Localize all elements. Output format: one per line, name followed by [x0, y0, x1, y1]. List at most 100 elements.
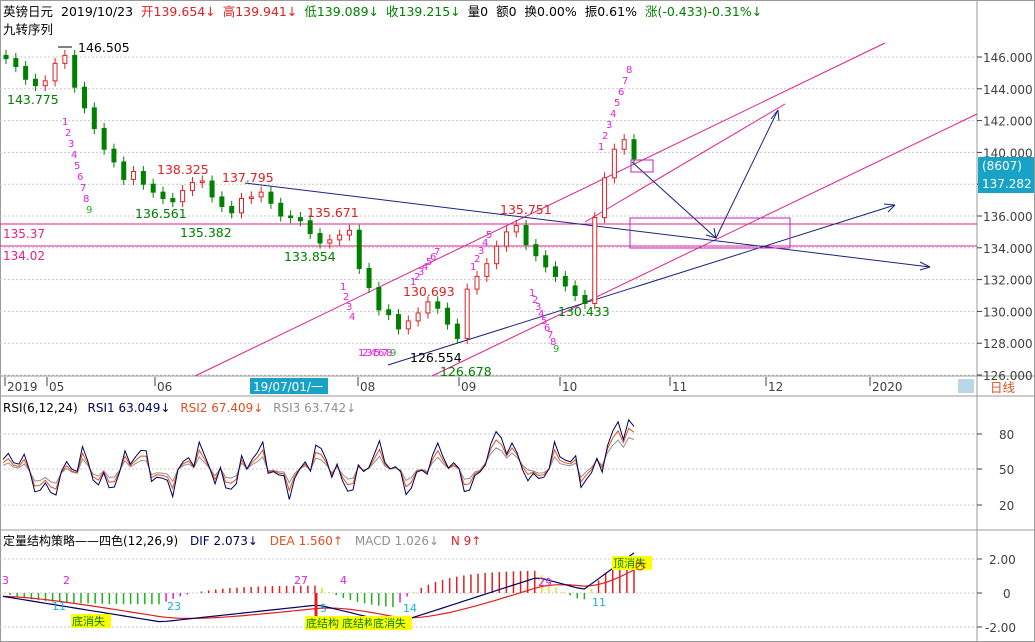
candle-body[interactable] [415, 312, 421, 322]
candle-body[interactable] [297, 217, 303, 222]
candle-body[interactable] [248, 196, 254, 200]
cursor-date-label: 19/07/01/一 [253, 380, 323, 394]
candle-body[interactable] [533, 244, 539, 257]
candle-body[interactable] [494, 245, 500, 265]
xlabel-2019: 2019 [7, 380, 38, 394]
candle-body[interactable] [189, 182, 195, 192]
candle-body[interactable] [631, 139, 637, 160]
open-value: 开139.654↓ [141, 4, 216, 19]
uptrend-line[interactable] [387, 204, 896, 366]
candle-body[interactable] [229, 205, 235, 214]
candle-body[interactable] [258, 191, 264, 198]
candle-body[interactable] [474, 275, 480, 290]
candle-body[interactable] [611, 148, 617, 179]
candle-body[interactable] [582, 295, 588, 304]
candle-body[interactable] [346, 229, 352, 236]
anno-126678: 126.678 [440, 364, 492, 379]
candle-body[interactable] [82, 86, 87, 109]
quote-header: 英镑日元 2019/10/23 开139.654↓ 高139.941↓ 低139… [3, 4, 762, 19]
period-button[interactable]: 日线 [990, 380, 1016, 395]
candle-body[interactable] [356, 229, 362, 269]
candle-body[interactable] [199, 180, 205, 184]
candle-body[interactable] [435, 301, 441, 309]
candle-body[interactable] [3, 54, 9, 60]
td-label-0-9: 9 [86, 205, 92, 216]
candle-body[interactable] [160, 191, 166, 200]
td-label-1-4: 4 [349, 312, 355, 323]
rsi3-line[interactable] [2, 436, 635, 484]
candle-body[interactable] [239, 198, 244, 214]
td-label-6-1: 1 [598, 142, 604, 153]
dif-value: DIF 2.073↓ [190, 534, 258, 548]
candle-body[interactable] [150, 183, 156, 193]
anno-135671: 135.671 [307, 205, 359, 220]
macd-label-b: 2 [63, 574, 70, 587]
candle-body[interactable] [32, 78, 38, 87]
candle-body[interactable] [572, 285, 578, 296]
candle-body[interactable] [523, 225, 529, 246]
candle-body[interactable] [219, 196, 225, 207]
macd-label-f: 4 [340, 574, 347, 587]
candle-body[interactable] [62, 54, 68, 64]
anno-135751: 135.751 [500, 202, 552, 217]
candle-body[interactable] [592, 217, 598, 304]
anno-136561: 136.561 [135, 206, 187, 221]
candle-body[interactable] [602, 177, 608, 219]
candle-body[interactable] [327, 239, 333, 244]
candle-body[interactable] [484, 263, 490, 277]
candle-body[interactable] [543, 255, 549, 268]
candle-body[interactable] [101, 128, 107, 150]
signal-label-2: 底结构 [306, 616, 339, 630]
turnover-value: 换0.00% [525, 4, 577, 19]
candle-body[interactable] [180, 190, 186, 203]
td-label-0-1: 1 [62, 117, 68, 128]
td-label-3-7: 7 [434, 247, 440, 258]
candle-body[interactable] [52, 62, 58, 82]
candle-body[interactable] [503, 231, 509, 247]
candle-body[interactable] [131, 170, 137, 180]
candles [3, 49, 637, 344]
candle-body[interactable] [72, 54, 78, 88]
candle-body[interactable] [562, 275, 568, 287]
candle-body[interactable] [425, 301, 431, 314]
candle-body[interactable] [91, 107, 97, 130]
candle-body[interactable] [405, 320, 411, 330]
candle-body[interactable] [553, 266, 558, 277]
candle-body[interactable] [23, 66, 29, 80]
candle-body[interactable] [366, 267, 372, 289]
candle-body[interactable] [278, 202, 284, 217]
candle-body[interactable] [268, 191, 274, 204]
signal-label-5: 顶消失 [613, 556, 646, 570]
candle-body[interactable] [376, 287, 382, 311]
signal-label-1: 底消失 [72, 614, 105, 628]
candle-body[interactable] [307, 220, 313, 234]
projection-path[interactable] [631, 109, 779, 239]
candle-body[interactable] [209, 180, 215, 198]
scroll-indicator[interactable] [958, 379, 974, 393]
candle-body[interactable] [42, 80, 48, 87]
downtrend-line[interactable] [244, 182, 931, 268]
candle-body[interactable] [445, 307, 451, 325]
candle-body[interactable] [170, 198, 176, 203]
candle-body[interactable] [288, 215, 294, 219]
candle-body[interactable] [396, 314, 401, 330]
candle-body[interactable] [464, 288, 470, 339]
candle-body[interactable] [140, 170, 146, 185]
trend-channel-lower[interactable] [431, 113, 978, 377]
candle-body[interactable] [454, 323, 460, 339]
candle-body[interactable] [513, 225, 519, 233]
candle-body[interactable] [337, 234, 343, 241]
candle-body[interactable] [13, 58, 19, 68]
candle-body[interactable] [317, 232, 323, 244]
candle-body[interactable] [111, 148, 117, 163]
td-label-0-2: 2 [65, 128, 71, 139]
candle-body[interactable] [386, 309, 392, 316]
candle-body[interactable] [121, 161, 127, 180]
rsi-axis: 80 50 20 [977, 428, 1014, 513]
td-label-6-4: 4 [610, 109, 616, 120]
time-axis[interactable]: 2019 05 06 08 09 10 11 12 2020 19/07/01/… [4, 377, 1016, 395]
xlabel-08: 08 [360, 380, 375, 394]
amplitude-value: 振0.61% [585, 4, 637, 19]
rsi1-line[interactable] [2, 418, 635, 500]
candle-body[interactable] [621, 139, 627, 150]
